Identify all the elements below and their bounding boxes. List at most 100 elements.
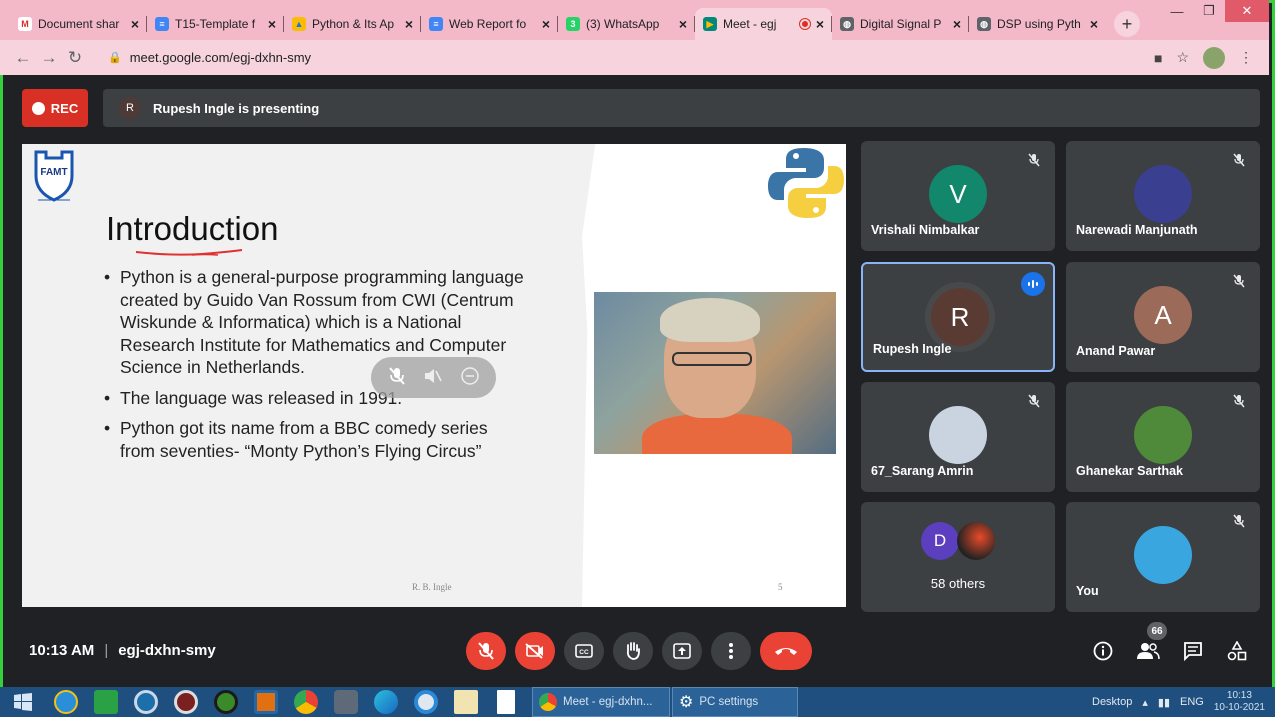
close-tab-icon[interactable]: × xyxy=(268,16,276,32)
browser-tab[interactable]: ▶ Meet - egj × xyxy=(695,8,832,40)
drive-icon: ▲ xyxy=(292,17,306,31)
chrome-icon xyxy=(539,693,557,711)
info-icon xyxy=(1093,641,1113,661)
participant-tile[interactable]: Ghanekar Sarthak xyxy=(1066,382,1260,492)
participant-avatar: D xyxy=(921,522,959,560)
red-underline-annotation xyxy=(135,249,243,256)
participant-tile[interactable]: A Anand Pawar xyxy=(1066,262,1260,372)
mic-off-icon xyxy=(1228,149,1250,171)
edge-icon[interactable] xyxy=(366,687,406,717)
rec-label: REC xyxy=(50,100,79,116)
file-icon[interactable] xyxy=(486,687,526,717)
taskbar-window-meet[interactable]: Meet - egj-dxhn... xyxy=(532,687,670,717)
notes-app-icon[interactable] xyxy=(446,687,486,717)
store-icon[interactable] xyxy=(86,687,126,717)
presenting-banner: R Rupesh Ingle is presenting xyxy=(103,89,1260,127)
participant-avatar xyxy=(1134,165,1192,223)
present-now-button[interactable] xyxy=(662,632,702,670)
meeting-details: 10:13 AM | egj-dxhn-smy xyxy=(29,642,216,659)
microphone-toggle-button[interactable] xyxy=(466,632,506,670)
close-tab-icon[interactable]: × xyxy=(816,16,824,32)
meet-control-bar: 10:13 AM | egj-dxhn-smy CC 66 xyxy=(3,615,1272,685)
start-icon[interactable] xyxy=(0,687,46,717)
participant-tile[interactable]: 67_Sarang Amrin xyxy=(861,382,1055,492)
close-tab-icon[interactable]: × xyxy=(542,16,550,32)
people-icon xyxy=(1137,643,1160,660)
browser-tab[interactable]: ≡ Web Report fo × xyxy=(421,8,558,40)
participant-name: Narewadi Manjunath xyxy=(1076,223,1198,237)
new-tab-button[interactable]: + xyxy=(1114,11,1140,37)
language-indicator[interactable]: ENG xyxy=(1180,696,1204,708)
forward-icon[interactable]: → xyxy=(36,48,62,68)
close-tab-icon[interactable]: × xyxy=(679,16,687,32)
more-options-button[interactable] xyxy=(711,632,751,670)
captions-button[interactable]: CC xyxy=(564,632,604,670)
back-icon[interactable]: ← xyxy=(10,48,36,68)
audio-app-icon[interactable] xyxy=(166,687,206,717)
remove-icon[interactable] xyxy=(460,366,479,389)
music-app-icon[interactable] xyxy=(206,687,246,717)
browser-tab[interactable]: M Document shar × xyxy=(10,8,147,40)
guido-van-rossum-photo xyxy=(594,292,836,454)
camera-toggle-button[interactable] xyxy=(515,632,555,670)
speaker-mute-icon[interactable] xyxy=(424,368,442,388)
participant-avatar xyxy=(929,406,987,464)
video-app-icon[interactable] xyxy=(246,687,286,717)
participant-tile[interactable]: V Vrishali Nimbalkar xyxy=(861,141,1055,251)
browser-tab[interactable]: ≡ T15-Template f × xyxy=(147,8,284,40)
internet-explorer-icon[interactable] xyxy=(46,687,86,717)
network-icon[interactable]: ▮▮ xyxy=(1158,696,1170,709)
chrome-icon[interactable] xyxy=(286,687,326,717)
star-icon[interactable]: ☆ xyxy=(1176,49,1189,66)
participant-tile[interactable]: You xyxy=(1066,502,1260,612)
recording-indicator[interactable]: REC xyxy=(22,89,88,127)
python-logo xyxy=(768,148,844,218)
chat-icon xyxy=(1184,642,1202,661)
browser-tab[interactable]: ◍ DSP using Pyth × xyxy=(969,8,1106,40)
maximize-icon[interactable]: ❐ xyxy=(1193,0,1225,22)
desktop-toolbar-label[interactable]: Desktop xyxy=(1092,696,1132,708)
taskbar-clock[interactable]: 10:13 10-10-2021 xyxy=(1214,690,1265,714)
activities-button[interactable] xyxy=(1223,637,1251,665)
more-vert-icon xyxy=(729,643,733,659)
taskbar-window-pc-settings[interactable]: ⚙ PC settings xyxy=(672,687,798,717)
mic-off-icon xyxy=(1023,149,1045,171)
media-app-icon[interactable] xyxy=(126,687,166,717)
close-window-icon[interactable]: ✕ xyxy=(1225,0,1269,22)
chat-button[interactable] xyxy=(1179,637,1207,665)
browser-tab[interactable]: ▲ Python & Its Ap × xyxy=(284,8,421,40)
profile-avatar[interactable] xyxy=(1203,46,1225,69)
url-field[interactable]: 🔒 meet.google.com/egj-dxhn-smy xyxy=(96,44,1154,71)
chevron-up-icon[interactable]: ▴ xyxy=(1142,696,1148,709)
mic-off-icon xyxy=(1228,270,1250,292)
system-app-icon[interactable] xyxy=(326,687,366,717)
leave-call-button[interactable] xyxy=(760,632,812,670)
cortana-icon[interactable] xyxy=(406,687,446,717)
present-screen-icon xyxy=(673,643,691,659)
tab-title: Web Report fo xyxy=(449,17,527,31)
participant-tile[interactable]: D 58 others xyxy=(861,502,1055,612)
close-tab-icon[interactable]: × xyxy=(1090,16,1098,32)
people-button[interactable] xyxy=(1134,637,1162,665)
close-tab-icon[interactable]: × xyxy=(131,16,139,32)
browser-tab[interactable]: 3 (3) WhatsApp × xyxy=(558,8,695,40)
browser-tab[interactable]: ◍ Digital Signal P × xyxy=(832,8,969,40)
close-tab-icon[interactable]: × xyxy=(405,16,413,32)
reload-icon[interactable]: ↻ xyxy=(62,48,88,68)
participant-tile[interactable]: Narewadi Manjunath xyxy=(1066,141,1260,251)
tab-title: Python & Its Ap xyxy=(312,17,395,31)
meeting-details-button[interactable] xyxy=(1089,637,1117,665)
mic-off-icon[interactable] xyxy=(388,366,405,389)
participant-tile[interactable]: R Rupesh Ingle xyxy=(861,262,1055,372)
camera-icon[interactable]: ■ xyxy=(1154,50,1162,66)
system-tray: Desktop ▴ ▮▮ ENG 10:13 10-10-2021 xyxy=(1092,690,1275,714)
mic-off-icon xyxy=(1228,510,1250,532)
meeting-code: egj-dxhn-smy xyxy=(118,642,216,659)
minimize-icon[interactable]: — xyxy=(1161,0,1193,22)
browser-tab-strip: M Document shar × ≡ T15-Template f × ▲ Python &… xyxy=(0,0,1269,40)
close-tab-icon[interactable]: × xyxy=(953,16,961,32)
menu-dots-icon[interactable]: ⋮ xyxy=(1239,49,1253,66)
docs-icon: ≡ xyxy=(155,17,169,31)
slide-page-number: 5 xyxy=(778,582,783,592)
raise-hand-button[interactable] xyxy=(613,632,653,670)
